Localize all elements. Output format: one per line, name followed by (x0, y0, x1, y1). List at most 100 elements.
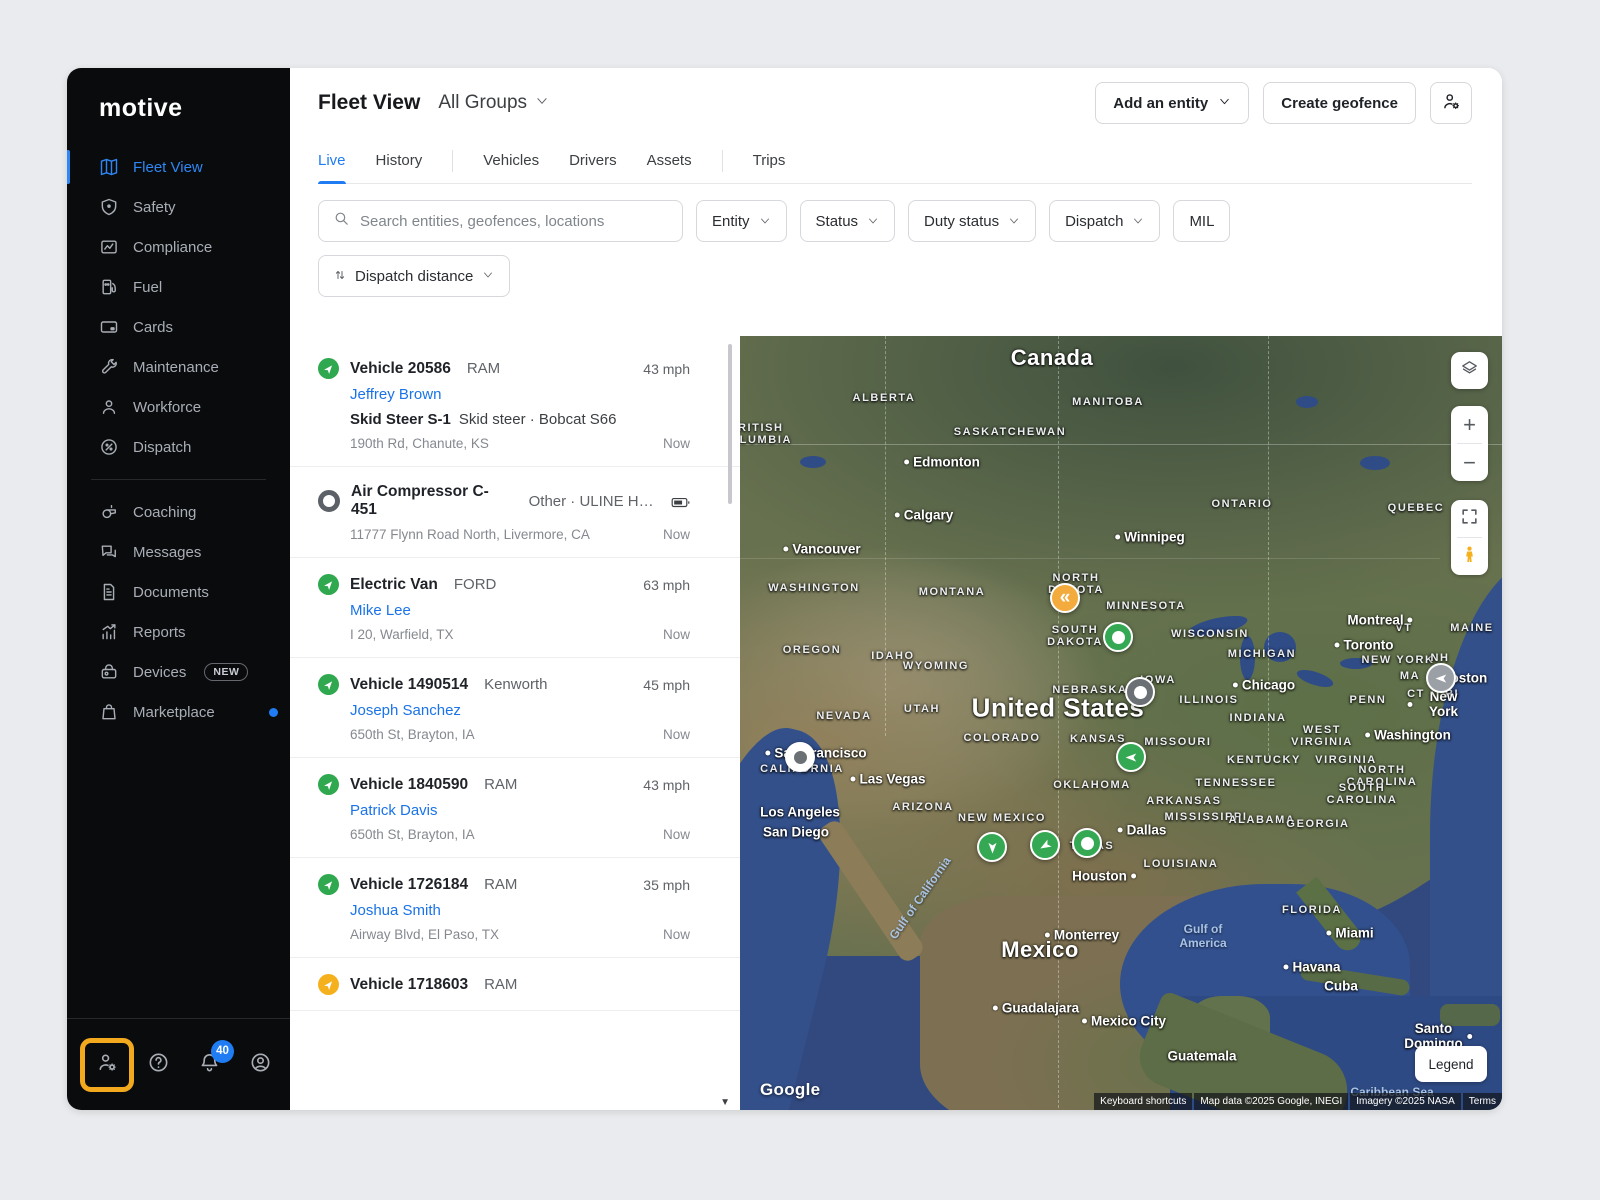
sidebar-item-dispatch[interactable]: Dispatch (67, 427, 290, 467)
vehicle-maker: Kenworth (484, 676, 547, 693)
sidebar-item-reports[interactable]: Reports (67, 612, 290, 652)
marker-white-ring-sf[interactable] (785, 742, 815, 772)
tab-live[interactable]: Live (318, 138, 346, 183)
account-button[interactable] (247, 1052, 273, 1078)
filter-mil[interactable]: MIL (1173, 200, 1230, 242)
map-label-manitoba: MANITOBA (1072, 396, 1144, 408)
vehicle-row[interactable]: Vehicle 1718603RAM (290, 958, 740, 1011)
vehicle-row[interactable]: Vehicle 1490514Kenworth45 mph Joseph Sanc… (290, 658, 740, 758)
filter-entity[interactable]: Entity (696, 200, 787, 242)
zoom-out-button[interactable]: − (1451, 444, 1488, 481)
dispatch-distance-sort[interactable]: Dispatch distance (318, 255, 510, 297)
vehicle-name: Vehicle 1840590 (350, 776, 468, 794)
map-label-text: SASKATCHEWAN (954, 426, 1067, 438)
marker-dot (1112, 631, 1125, 644)
zoom-in-button[interactable]: + (1451, 406, 1488, 443)
marker-yellow-chevrons[interactable]: « (1050, 583, 1080, 613)
sidebar-item-fleet-view[interactable]: Fleet View (67, 147, 290, 187)
map-label-havana: Havana (1283, 960, 1340, 975)
search-input[interactable] (360, 213, 668, 230)
sort-arrows-icon (334, 268, 346, 285)
map-label-text: New York (1417, 689, 1471, 719)
legend-button[interactable]: Legend (1415, 1046, 1487, 1082)
map-label-text: CT (1407, 688, 1425, 700)
sidebar-item-cards[interactable]: Cards (67, 307, 290, 347)
sidebar-item-marketplace[interactable]: Marketplace (67, 692, 290, 732)
marker-gray-dot-iowa[interactable] (1125, 677, 1155, 707)
search-box[interactable] (318, 200, 683, 242)
map-label-text: Dallas (1127, 823, 1167, 838)
layers-icon[interactable] (1451, 352, 1488, 389)
map-label-text: WISCONSIN (1171, 628, 1249, 640)
vehicle-row[interactable]: Air Compressor C-451Other · ULINE H-…117… (290, 467, 740, 558)
admin-users-button[interactable] (1430, 82, 1472, 124)
map-label-indiana: INDIANA (1229, 712, 1286, 724)
sidebar-item-workforce[interactable]: Workforce (67, 387, 290, 427)
group-selector-label: All Groups (438, 92, 527, 114)
map-label-text: Gulf of America (1179, 922, 1226, 950)
chevron-down-icon (1132, 215, 1144, 227)
filter-duty-status[interactable]: Duty status (908, 200, 1036, 242)
marker-green-nav-midland[interactable] (1030, 830, 1060, 860)
map-layers-control[interactable] (1451, 352, 1488, 389)
marker-green-dot-sd[interactable] (1103, 622, 1133, 652)
vehicle-row[interactable]: Vehicle 20586RAM43 mphJeffrey BrownSkid … (290, 342, 740, 467)
map-label-arkansas: ARKANSAS (1146, 795, 1221, 807)
vehicle-location: Airway Blvd, El Paso, TX (350, 927, 499, 942)
sidebar-item-safety[interactable]: Safety (67, 187, 290, 227)
sidebar-item-compliance[interactable]: Compliance (67, 227, 290, 267)
group-selector[interactable]: All Groups (438, 92, 549, 114)
driver-link[interactable]: Mike Lee (350, 602, 690, 619)
sidebar-item-messages[interactable]: Messages (67, 532, 290, 572)
map-label-canada: Canada (1011, 345, 1093, 371)
driver-link[interactable]: Joseph Sanchez (350, 702, 690, 719)
tab-vehicles[interactable]: Vehicles (483, 138, 539, 183)
vehicle-row[interactable]: Electric VanFORD63 mphMike LeeI 20, Warf… (290, 558, 740, 658)
filter-label: MIL (1189, 213, 1214, 230)
map-hispaniola (1440, 1004, 1500, 1026)
driver-link[interactable]: Joshua Smith (350, 902, 690, 919)
fullscreen-icon[interactable] (1451, 500, 1488, 537)
map-label-vancouver: Vancouver (783, 542, 860, 557)
tab-assets[interactable]: Assets (647, 138, 692, 183)
map-canvas[interactable]: CanadaUnited StatesMexicoCubaGuatemalaAL… (740, 336, 1502, 1110)
marker-green-nav-elpaso[interactable] (977, 832, 1007, 862)
tab-trips[interactable]: Trips (753, 138, 786, 183)
marker-gray-nav-boston[interactable] (1426, 663, 1456, 693)
scroll-down-arrow[interactable]: ▼ (720, 1097, 730, 1108)
sidebar-item-maintenance[interactable]: Maintenance (67, 347, 290, 387)
vehicle-row[interactable]: Vehicle 1726184RAM35 mphJoshua SmithAirw… (290, 858, 740, 958)
terms-link[interactable]: Terms (1463, 1093, 1502, 1110)
driver-row: Joseph Sanchez (350, 702, 690, 719)
map-label-guadalajara: Guadalajara (993, 1001, 1079, 1016)
map-label-text: COLORADO (964, 732, 1041, 744)
map-label-kansas: KANSAS (1070, 733, 1126, 745)
marker-green-nav-missouri[interactable] (1116, 742, 1146, 772)
sidebar-item-devices[interactable]: DevicesNEW (67, 652, 290, 692)
add-entity-button[interactable]: Add an entity (1095, 82, 1249, 124)
keyboard-shortcuts-link[interactable]: Keyboard shortcuts (1094, 1093, 1192, 1110)
sidebar-item-coaching[interactable]: Coaching (67, 492, 290, 532)
filter-dispatch[interactable]: Dispatch (1049, 200, 1160, 242)
help-button[interactable] (145, 1052, 171, 1078)
marker-green-dot-texas[interactable] (1072, 828, 1102, 858)
city-dot (1365, 733, 1370, 738)
sidebar-item-fuel[interactable]: Fuel (67, 267, 290, 307)
list-scrollbar[interactable] (728, 344, 732, 504)
map-label-illinois: ILLINOIS (1179, 694, 1238, 706)
vehicle-row-header: Vehicle 1490514Kenworth45 mph (318, 674, 690, 695)
driver-link[interactable]: Patrick Davis (350, 802, 690, 819)
vehicle-speed: 35 mph (643, 877, 690, 893)
tab-history[interactable]: History (376, 138, 423, 183)
sidebar-item-documents[interactable]: Documents (67, 572, 290, 612)
driver-link[interactable]: Jeffrey Brown (350, 386, 690, 403)
filter-status[interactable]: Status (800, 200, 896, 242)
admin-users-button[interactable] (94, 1052, 120, 1078)
notifications-button[interactable]: 40 (196, 1052, 222, 1078)
create-geofence-button[interactable]: Create geofence (1263, 82, 1416, 124)
device-icon (99, 662, 119, 682)
tab-bar: Live History Vehicles Drivers Assets Trips (318, 138, 1472, 184)
pegman-icon[interactable] (1451, 538, 1488, 575)
vehicle-row[interactable]: Vehicle 1840590RAM43 mphPatrick Davis650… (290, 758, 740, 858)
tab-drivers[interactable]: Drivers (569, 138, 617, 183)
